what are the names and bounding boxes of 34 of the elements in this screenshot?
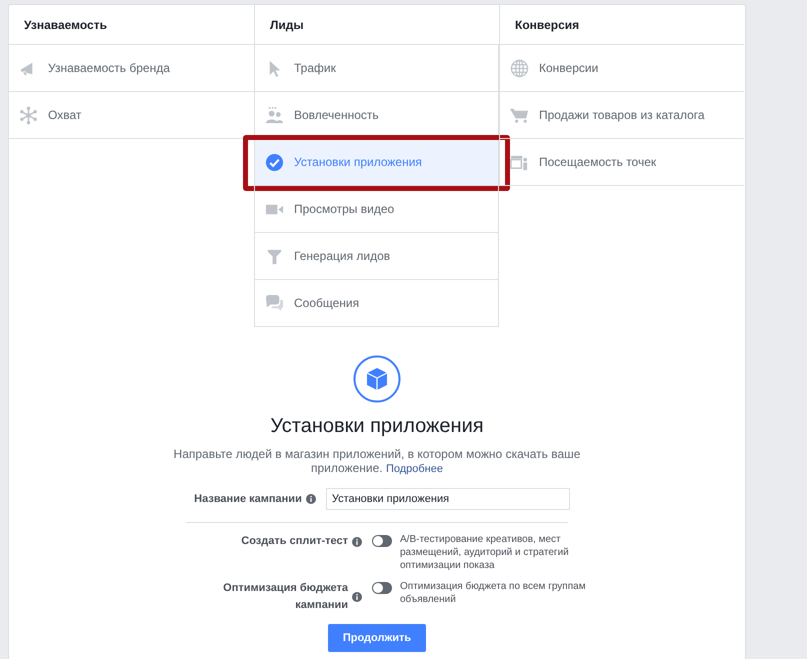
objective-item[interactable]: Конверсии: [499, 45, 744, 92]
field-label: Название кампании: [194, 493, 302, 505]
learn-more-link[interactable]: Подробнее: [386, 463, 443, 475]
toggle-label: Оптимизация бюджета кампании: [222, 581, 348, 613]
chat-bubbles-icon: [265, 294, 284, 312]
objective-description: Направьте людей в магазин приложений, в котором можно скачать ваше приложение. Подробнее: [172, 447, 582, 476]
cube-icon: [353, 355, 401, 403]
check-icon: [265, 152, 284, 172]
hub-icon: [19, 106, 38, 124]
objective-item[interactable]: Охват: [9, 92, 254, 139]
objective-title: Установки приложения: [270, 415, 484, 438]
toggle-description: A/B-тестирование креативов, мест размещений, аудиторий и стратегий оптимизации показа: [400, 533, 570, 572]
objective-item[interactable]: Продажи товаров из каталога: [499, 92, 744, 139]
objective-item[interactable]: Просмотры видео: [254, 186, 499, 233]
globe-icon: [510, 58, 529, 78]
info-icon: [306, 494, 316, 504]
people-icon: [265, 106, 284, 124]
column-header: Лиды: [254, 5, 499, 45]
objective-item[interactable]: Сообщения: [254, 280, 499, 327]
info-icon: [352, 536, 362, 546]
column-header: Конверсия: [499, 5, 744, 45]
column-header: Узнаваемость: [9, 5, 254, 45]
objective-item[interactable]: Трафик: [254, 45, 499, 92]
objective-item[interactable]: Узнаваемость бренда: [9, 45, 254, 92]
toggle-label: Создать сплит-тест: [240, 534, 348, 549]
objective-item[interactable]: Генерация лидов: [254, 233, 499, 280]
info-icon: [352, 592, 362, 602]
objective-item[interactable]: Установки приложения: [254, 139, 499, 186]
toggle-switch[interactable]: [372, 582, 392, 594]
toggle-description: Оптимизация бюджета по всем группам объявлений: [400, 580, 587, 606]
objective-item[interactable]: Посещаемость точек: [499, 139, 744, 186]
toggle-switch[interactable]: [372, 535, 392, 547]
continue-button[interactable]: Продолжить: [328, 624, 426, 652]
campaign-name-field[interactable]: Установки приложения: [326, 488, 570, 510]
